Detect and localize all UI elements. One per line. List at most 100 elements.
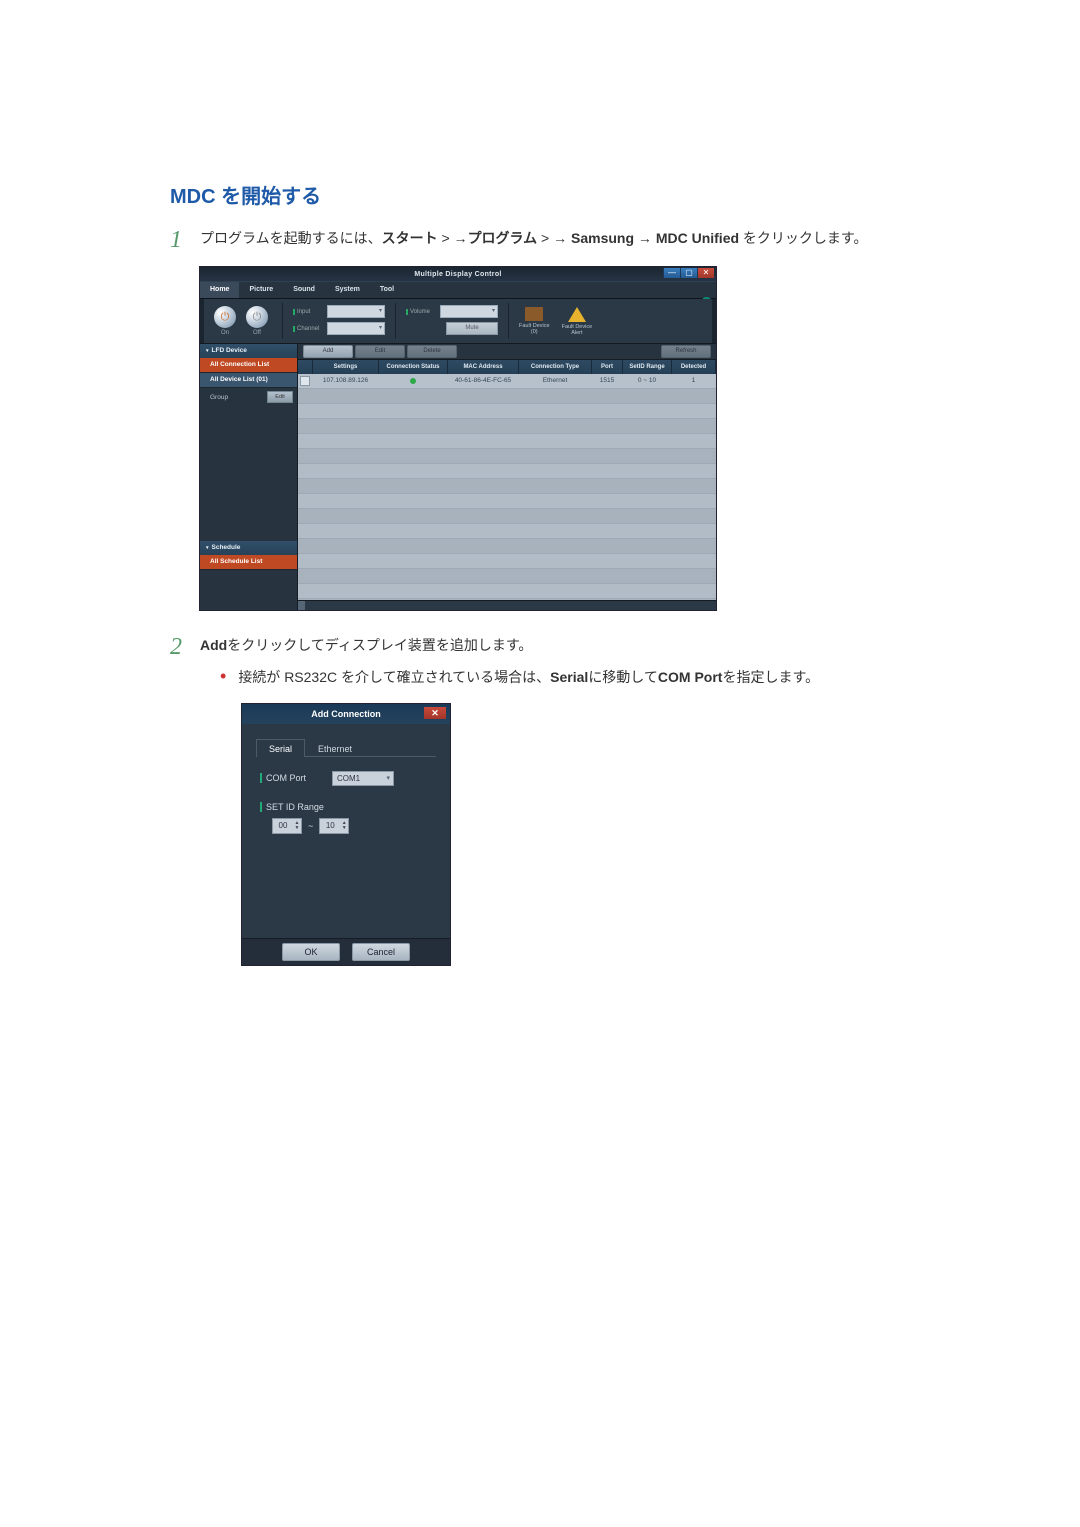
dialog-tabs: Serial Ethernet: [256, 738, 436, 757]
tab-tool[interactable]: Tool: [370, 282, 404, 298]
bullet-item: • 接続が RS232C を介して確立されている場合は、Serialに移動してC…: [200, 666, 910, 690]
bullet-icon: •: [220, 666, 226, 688]
channel-dropdown[interactable]: [327, 322, 385, 335]
t: LFD Device: [212, 347, 247, 354]
step-2: 2 Addをクリックしてディスプレイ装置を追加します。 • 接続が RS232C…: [170, 634, 910, 690]
table-row[interactable]: 107.108.89.126 40-61-86-4E-FC-65 Etherne…: [298, 374, 716, 389]
t: をクリックします。: [739, 230, 868, 246]
toolbar: ⏻ On ⏻ Off Input: [200, 299, 716, 344]
t: > →: [438, 230, 468, 246]
tab-system[interactable]: System: [325, 282, 370, 298]
sidebar-header-lfd[interactable]: ▾LFD Device: [200, 344, 297, 358]
tab-serial[interactable]: Serial: [256, 739, 305, 757]
col-conn-status[interactable]: Connection Status: [379, 360, 448, 374]
table-row: [298, 479, 716, 494]
maximize-button[interactable]: ▢: [680, 268, 697, 278]
delete-button[interactable]: Delete: [407, 345, 457, 358]
power-on-button[interactable]: ⏻: [214, 306, 236, 328]
input-dropdown[interactable]: [327, 305, 385, 318]
fault-alert-icon[interactable]: [568, 307, 586, 322]
sidebar-header-schedule[interactable]: ▾Schedule: [200, 541, 297, 555]
col-conn-type[interactable]: Connection Type: [519, 360, 592, 374]
col-checkbox[interactable]: [298, 360, 313, 374]
minimize-button[interactable]: —: [663, 268, 680, 278]
volume-field[interactable]: [440, 305, 498, 318]
step-1-body: プログラムを起動するには、スタート > →プログラム > → Samsung →…: [200, 227, 910, 253]
add-button[interactable]: Add: [303, 345, 353, 358]
t: 接続が RS232C を介して確立されている場合は、: [238, 669, 550, 685]
power-icon: ⏻: [221, 311, 230, 324]
power-on-label: On: [221, 330, 229, 336]
col-detected[interactable]: Detected Devices: [672, 360, 716, 374]
power-off-button[interactable]: ⏻: [246, 306, 268, 328]
kw-programs: プログラム: [468, 230, 538, 246]
tab-ethernet[interactable]: Ethernet: [305, 739, 365, 757]
table-row: [298, 554, 716, 569]
kw-comport: COM Port: [658, 669, 723, 685]
table-row: [298, 539, 716, 554]
col-mac[interactable]: MAC Address: [448, 360, 519, 374]
sidebar-item-all-schedule[interactable]: All Schedule List: [200, 555, 297, 570]
status-dot-icon: [410, 378, 416, 384]
setid-label: SET ID Range: [266, 802, 324, 812]
tab-sound[interactable]: Sound: [283, 282, 325, 298]
range-separator: ~: [308, 821, 313, 831]
table-header: Settings Connection Status MAC Address C…: [298, 360, 716, 374]
cell-range: 0 ~ 10: [623, 374, 672, 388]
chevron-down-icon[interactable]: ▼: [293, 826, 301, 831]
table-row: [298, 494, 716, 509]
step-2-body: Addをクリックしてディスプレイ装置を追加します。 • 接続が RS232C を…: [200, 634, 910, 690]
comport-label: COM Port: [266, 773, 332, 783]
table-row: [298, 584, 716, 599]
col-port[interactable]: Port: [592, 360, 623, 374]
tab-picture[interactable]: Picture: [239, 282, 283, 298]
step-1: 1 プログラムを起動するには、スタート > →プログラム > → Samsung…: [170, 227, 910, 253]
horizontal-scrollbar[interactable]: [298, 600, 716, 610]
mdc-window: Multiple Display Control — ▢ ✕ ? Home Pi…: [200, 267, 716, 610]
cancel-button[interactable]: Cancel: [352, 943, 410, 961]
tab-home[interactable]: Home: [200, 282, 239, 298]
close-button[interactable]: ✕: [697, 268, 714, 278]
col-setid[interactable]: SetID Range: [623, 360, 672, 374]
sidebar-item-all-connection[interactable]: All Connection List: [200, 358, 297, 373]
accent-bar: [260, 802, 262, 812]
channel-label: Channel: [293, 326, 327, 332]
sidebar-item-all-device[interactable]: All Device List (01): [200, 373, 297, 388]
refresh-button[interactable]: Refresh: [661, 345, 711, 358]
col-settings[interactable]: Settings: [313, 360, 379, 374]
cell-port: 1515: [592, 374, 623, 388]
t: をクリックしてディスプレイ装置を追加します。: [227, 637, 532, 653]
table-row: [298, 464, 716, 479]
edit-button[interactable]: Edit: [355, 345, 405, 358]
ok-button[interactable]: OK: [282, 943, 340, 961]
comport-dropdown[interactable]: COM1: [332, 771, 394, 786]
title-bar[interactable]: Multiple Display Control — ▢ ✕: [200, 267, 716, 281]
main-panel: Add Edit Delete Refresh Settings Connect…: [298, 344, 716, 610]
group-label: Group: [210, 394, 228, 401]
row-checkbox[interactable]: [300, 376, 310, 386]
chevron-down-icon: ▾: [206, 545, 209, 551]
t: を指定します。: [722, 669, 819, 685]
table-row: [298, 569, 716, 584]
range-from-stepper[interactable]: 00 ▲▼: [272, 818, 302, 834]
fault-device-label: Fault Device (0): [519, 323, 550, 335]
side-handle[interactable]: [712, 299, 716, 343]
range-to-value: 10: [320, 821, 340, 830]
mute-button[interactable]: Mute: [446, 322, 498, 335]
cell-mac: 40-61-86-4E-FC-65: [448, 374, 519, 388]
range-to-stepper[interactable]: 10 ▲▼: [319, 818, 349, 834]
range-from-value: 00: [273, 821, 293, 830]
chevron-down-icon[interactable]: ▼: [340, 826, 348, 831]
volume-label: Volume: [406, 309, 440, 315]
dialog-title-bar[interactable]: Add Connection ✕: [242, 704, 450, 724]
menu-bar: Home Picture Sound System Tool: [200, 281, 716, 299]
dialog-close-button[interactable]: ✕: [424, 707, 446, 719]
separator: [282, 303, 283, 339]
scrollbar-thumb[interactable]: [298, 601, 305, 610]
chevron-down-icon: ▾: [206, 348, 209, 354]
fault-device-icon[interactable]: [525, 307, 543, 321]
table-row: [298, 404, 716, 419]
kw-mdc: MDC Unified: [656, 230, 739, 246]
power-icon: ⏻: [253, 311, 262, 324]
group-edit-button[interactable]: Edit: [267, 391, 293, 403]
